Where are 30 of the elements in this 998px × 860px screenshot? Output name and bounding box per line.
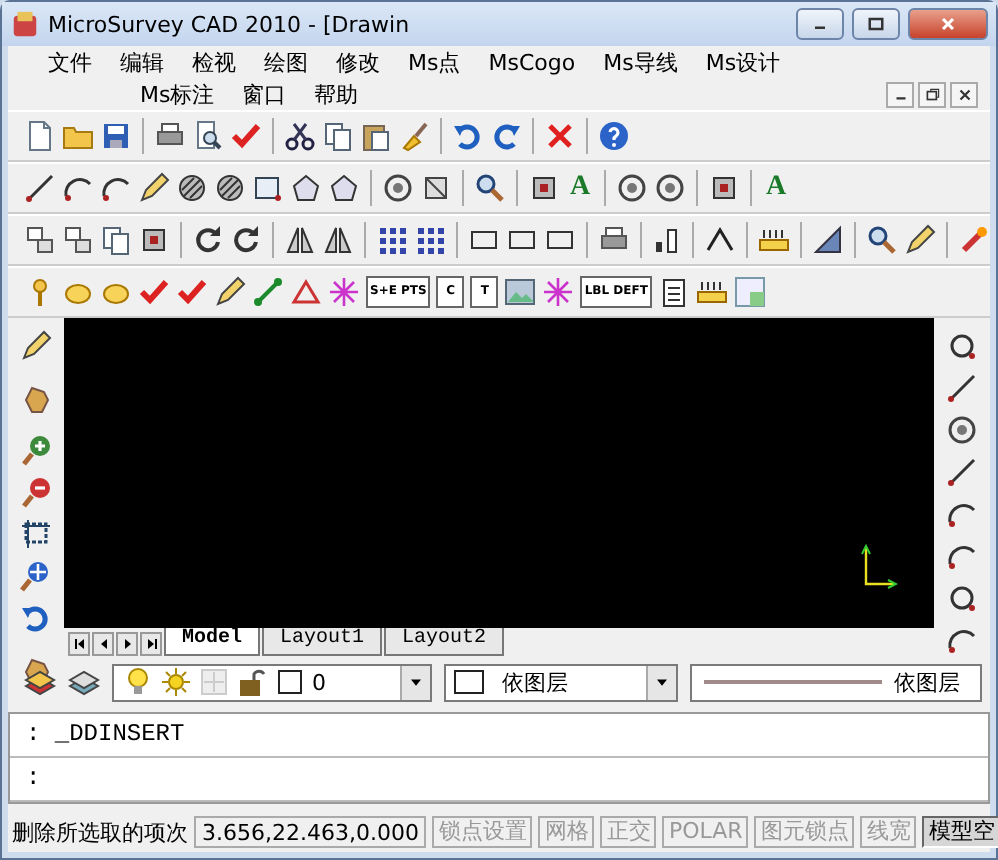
menu-item[interactable]: 检视 — [180, 47, 248, 77]
linetype-dropdown[interactable]: 依图层 — [690, 663, 982, 701]
layout-tab[interactable]: Layout2 — [384, 628, 505, 656]
command-line: : — [10, 758, 988, 802]
menu-item[interactable]: Ms点 — [396, 47, 473, 77]
menu-item[interactable]: 绘图 — [252, 47, 320, 77]
menu-item[interactable]: MsCogo — [476, 49, 588, 75]
status-prompt: 删除所选取的项次 — [12, 817, 188, 847]
menu-item[interactable]: 帮助 — [302, 79, 371, 109]
menu-item[interactable]: Ms标注 — [128, 79, 227, 109]
toolbar-button[interactable]: A — [566, 172, 594, 204]
coordinate-display: 3.656,22.463,0.000 — [194, 816, 427, 848]
command-window[interactable]: : _DDINSERT : — [8, 712, 990, 804]
window-title: MicroSurvey CAD 2010 - [Drawin — [48, 11, 412, 37]
layout-tab[interactable]: Layout1 — [262, 628, 383, 656]
menu-item[interactable]: 窗口 — [230, 79, 299, 109]
color-dropdown[interactable]: 依图层 — [444, 663, 678, 701]
command-line: : _DDINSERT — [10, 714, 988, 758]
menu-item[interactable]: 编辑 — [108, 47, 176, 77]
menu-item[interactable]: Ms设计 — [693, 47, 793, 77]
menu-item[interactable]: Ms导线 — [591, 47, 690, 77]
menu-item[interactable]: 文件 — [36, 47, 104, 77]
linetype-value: 依图层 — [894, 667, 960, 697]
layout-tab[interactable]: Model — [164, 628, 261, 656]
status-toggle[interactable]: 模型空 — [922, 816, 998, 848]
layer-name: 0 — [312, 669, 326, 695]
layer-dropdown[interactable]: 0 — [112, 663, 432, 701]
color-value: 依图层 — [502, 667, 568, 697]
toolbar-button[interactable]: A — [762, 172, 790, 204]
menu-item[interactable]: 修改 — [324, 47, 392, 77]
